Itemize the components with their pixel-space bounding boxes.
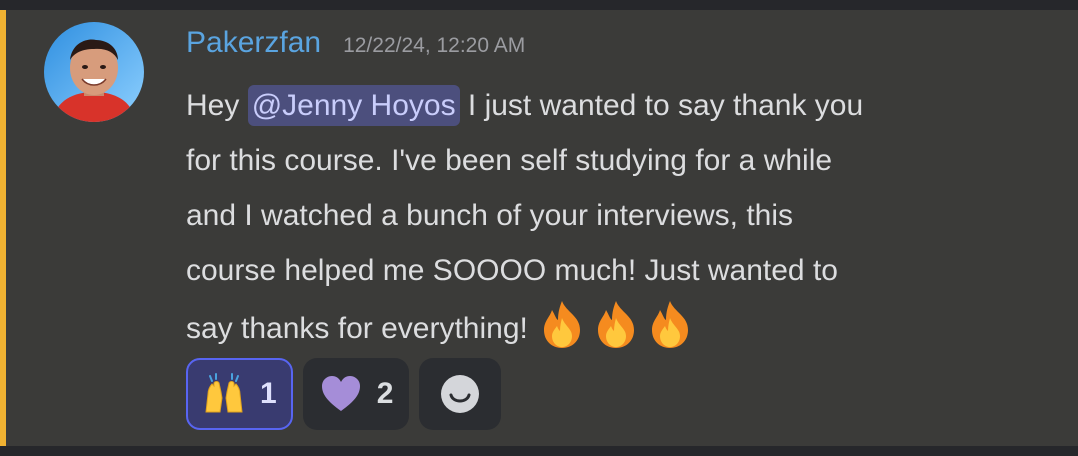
reactions-bar: 1 2 (186, 358, 502, 430)
timestamp[interactable]: 12/22/24, 12:20 AM (343, 34, 525, 58)
message-header: Pakerzfan 12/22/24, 12:20 AM (186, 26, 525, 66)
message-line: and I watched a bunch of your interviews… (186, 199, 794, 232)
smiley-icon (441, 375, 480, 413)
message-text: Hey (186, 89, 248, 122)
message-text: say thanks for everything! (186, 312, 537, 345)
raising-hands-emoji-icon (205, 373, 243, 413)
fire-emoji-icon (598, 301, 635, 348)
message-line: course helped me SOOOO much! Just wanted… (186, 254, 838, 287)
fire-emoji-icon (652, 301, 689, 348)
reaction-raising-hands[interactable]: 1 (186, 358, 293, 430)
message-content: Hey @Jenny Hoyos I just wanted to say th… (186, 78, 1056, 353)
add-reaction-button[interactable] (419, 358, 502, 430)
message-line: Hey @Jenny Hoyos I just wanted to say th… (186, 78, 1056, 133)
avatar[interactable] (44, 22, 144, 122)
avatar-image (44, 22, 144, 122)
reaction-purple-heart[interactable]: 2 (302, 358, 410, 430)
reaction-count: 1 (260, 377, 277, 410)
message-line: say thanks for everything! (186, 298, 1056, 353)
message-text: I just wanted to say thank you (459, 89, 864, 122)
message-line: for this course. I've been self studying… (186, 144, 833, 177)
user-mention[interactable]: @Jenny Hoyos (247, 85, 460, 126)
reaction-count: 2 (376, 377, 394, 410)
message-container: Pakerzfan 12/22/24, 12:20 AM Hey @Jenny … (0, 10, 1078, 446)
mention-highlight-bar (0, 10, 6, 446)
fire-emoji-icon (544, 301, 581, 348)
username[interactable]: Pakerzfan (186, 26, 321, 60)
purple-heart-emoji-icon (321, 376, 360, 411)
